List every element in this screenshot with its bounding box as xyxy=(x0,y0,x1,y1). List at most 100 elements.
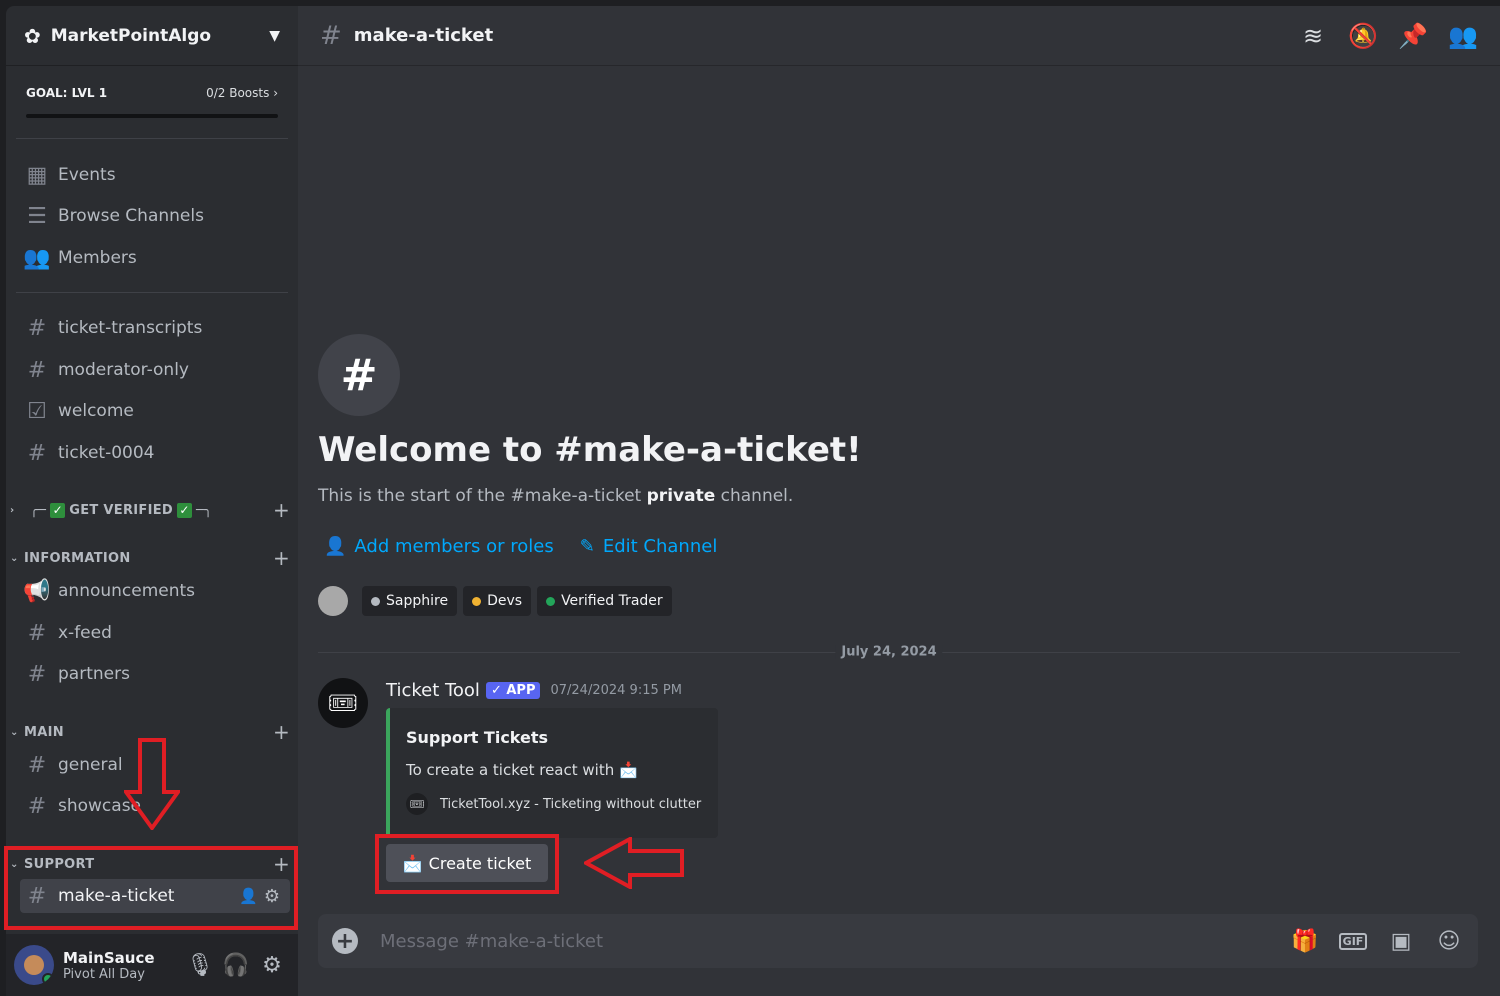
channel-hashtag-lock-icon: # xyxy=(318,334,400,416)
server-icon: ✿ xyxy=(24,23,41,48)
message-composer: + Message #make-a-ticket 🎁 GIF ▣ ☺ xyxy=(318,914,1478,968)
role-tag-sapphire[interactable]: Sapphire xyxy=(362,586,458,616)
browse-icon: ☰ xyxy=(27,203,47,229)
pencil-icon: ✎ xyxy=(579,536,595,557)
embed-footer: 🎟 TicketTool.xyz - Ticketing without clu… xyxy=(406,793,702,815)
message-author[interactable]: Ticket Tool xyxy=(386,680,480,701)
welcome-sub-bold: private xyxy=(646,486,716,506)
channel-ticket-transcripts[interactable]: # ticket-transcripts xyxy=(20,311,290,345)
discord-app: ✿ MarketPointAlgo ▼ GOAL: LVL 1 0/2 Boos… xyxy=(0,0,1500,996)
divider xyxy=(16,292,288,293)
channel-roles: Sapphire Devs Verified Trader xyxy=(318,586,672,616)
add-member-icon: 👤 xyxy=(324,536,347,557)
add-attachment-icon[interactable]: + xyxy=(332,928,358,954)
add-channel-icon[interactable]: + xyxy=(273,546,290,570)
category-label: MAIN xyxy=(24,724,64,740)
members-icon: 👥 xyxy=(23,245,51,271)
sidebar-item-members[interactable]: 👥 Members xyxy=(20,241,290,275)
hashtag-lock-icon: # xyxy=(27,315,47,341)
boost-goal[interactable]: GOAL: LVL 1 0/2 Boosts › xyxy=(6,66,298,138)
role-label: Devs xyxy=(487,593,523,609)
annotation-highlight-channel xyxy=(4,846,298,930)
rules-icon: ☑ xyxy=(27,398,47,424)
user-panel: MainSauce Pivot All Day 🎙 🎧 ⚙ xyxy=(6,934,298,996)
hashtag-lock-icon: # xyxy=(27,357,47,383)
sidebar-item-label: Browse Channels xyxy=(58,206,204,226)
boost-count: 0/2 Boosts xyxy=(206,86,270,100)
message-input[interactable]: Message #make-a-ticket xyxy=(380,931,1272,952)
app-badge-label: APP xyxy=(506,683,536,698)
welcome-title: Welcome to #make-a-ticket! xyxy=(318,430,862,470)
hashtag-icon: # xyxy=(27,793,47,819)
channel-label: announcements xyxy=(58,581,196,601)
channel-actions: 👤 Add members or roles ✎ Edit Channel xyxy=(324,536,717,557)
role-color-dot xyxy=(472,596,482,606)
ticket-tool-avatar[interactable]: 🎟 xyxy=(318,678,368,728)
welcome-sub-prefix: This is the start of the #make-a-ticket xyxy=(318,486,647,506)
hashtag-lock-icon: # xyxy=(27,440,47,466)
chevron-down-icon: ⌄ xyxy=(10,726,19,738)
sticker-icon[interactable]: ▣ xyxy=(1386,926,1416,956)
channel-label: ticket-transcripts xyxy=(58,318,203,338)
app-badge: ✓ APP xyxy=(485,682,541,699)
avatar-face xyxy=(24,955,44,975)
category-information[interactable]: ⌄ INFORMATION + xyxy=(10,546,290,570)
channel-x-feed[interactable]: # x-feed xyxy=(20,616,290,650)
role-tag-devs[interactable]: Devs xyxy=(463,586,532,616)
chevron-down-icon: ⌄ xyxy=(10,552,19,564)
pin-icon[interactable]: 📌 xyxy=(1398,21,1428,51)
channel-title: make-a-ticket xyxy=(353,25,494,46)
headphones-icon[interactable]: 🎧 xyxy=(218,947,254,983)
channel-partners[interactable]: # partners xyxy=(20,657,290,691)
username: MainSauce xyxy=(63,948,155,967)
notification-bell-muted-icon[interactable]: 🔕 xyxy=(1348,21,1378,51)
server-name: MarketPointAlgo xyxy=(50,25,212,46)
sidebar-item-label: Events xyxy=(58,165,116,185)
gif-label: GIF xyxy=(1338,932,1368,950)
emoji-icon[interactable]: ☺ xyxy=(1434,926,1464,956)
checkmark-icon: ✓ xyxy=(177,502,192,518)
role-tag-verified-trader[interactable]: Verified Trader xyxy=(537,586,672,616)
add-channel-icon[interactable]: + xyxy=(273,498,290,522)
online-status-icon xyxy=(42,973,54,985)
add-channel-icon[interactable]: + xyxy=(273,720,290,744)
hashtag-icon: # xyxy=(27,620,47,646)
ticket-tool-footer-icon: 🎟 xyxy=(406,793,428,815)
megaphone-icon: 📢 xyxy=(23,578,51,604)
gif-icon[interactable]: GIF xyxy=(1338,926,1368,956)
embed-footer-text: TicketTool.xyz - Ticketing without clutt… xyxy=(440,796,702,812)
gear-icon[interactable]: ⚙ xyxy=(254,947,290,983)
sidebar-item-browse-channels[interactable]: ☰ Browse Channels xyxy=(20,199,290,233)
hashtag-icon: # xyxy=(27,752,47,778)
channel-label: general xyxy=(58,755,123,775)
chevron-down-icon[interactable]: ▼ xyxy=(269,28,280,44)
user-info[interactable]: MainSauce Pivot All Day xyxy=(63,949,182,982)
user-avatar[interactable] xyxy=(14,945,54,985)
gift-icon[interactable]: 🎁 xyxy=(1290,926,1320,956)
role-label: Verified Trader xyxy=(561,593,663,609)
microphone-icon[interactable]: 🎙 xyxy=(182,947,218,983)
server-header[interactable]: ✿ MarketPointAlgo ▼ xyxy=(6,6,298,66)
member-list-icon[interactable]: 👥 xyxy=(1448,21,1478,51)
channel-announcements[interactable]: 📢 announcements xyxy=(20,574,290,608)
decor-line-icon: ╭─ xyxy=(30,502,47,518)
threads-icon[interactable]: ≋ xyxy=(1298,21,1328,51)
sidebar-item-events[interactable]: ▦ Events xyxy=(20,158,290,192)
channel-ticket-0004[interactable]: # ticket-0004 xyxy=(20,436,290,470)
date-divider-label: July 24, 2024 xyxy=(835,644,943,660)
member-avatar[interactable] xyxy=(318,586,348,616)
channel-moderator-only[interactable]: # moderator-only xyxy=(20,353,290,387)
annotation-arrow-left-icon xyxy=(584,837,684,889)
add-members-label: Add members or roles xyxy=(354,536,554,557)
add-members-link[interactable]: 👤 Add members or roles xyxy=(324,536,554,557)
checkmark-icon: ✓ xyxy=(50,502,66,518)
date-divider: July 24, 2024 xyxy=(318,644,1460,660)
channel-label: ticket-0004 xyxy=(58,443,155,463)
channel-label: welcome xyxy=(58,401,134,421)
channel-welcome[interactable]: ☑ welcome xyxy=(20,394,290,428)
edit-channel-link[interactable]: ✎ Edit Channel xyxy=(580,536,718,557)
category-get-verified[interactable]: › ╭─ ✓ GET VERIFIED ✓ ─╮ + xyxy=(10,498,290,522)
boost-count-wrap: 0/2 Boosts › xyxy=(206,86,278,100)
role-label: Sapphire xyxy=(386,593,449,609)
hashtag-icon: # xyxy=(27,661,47,687)
